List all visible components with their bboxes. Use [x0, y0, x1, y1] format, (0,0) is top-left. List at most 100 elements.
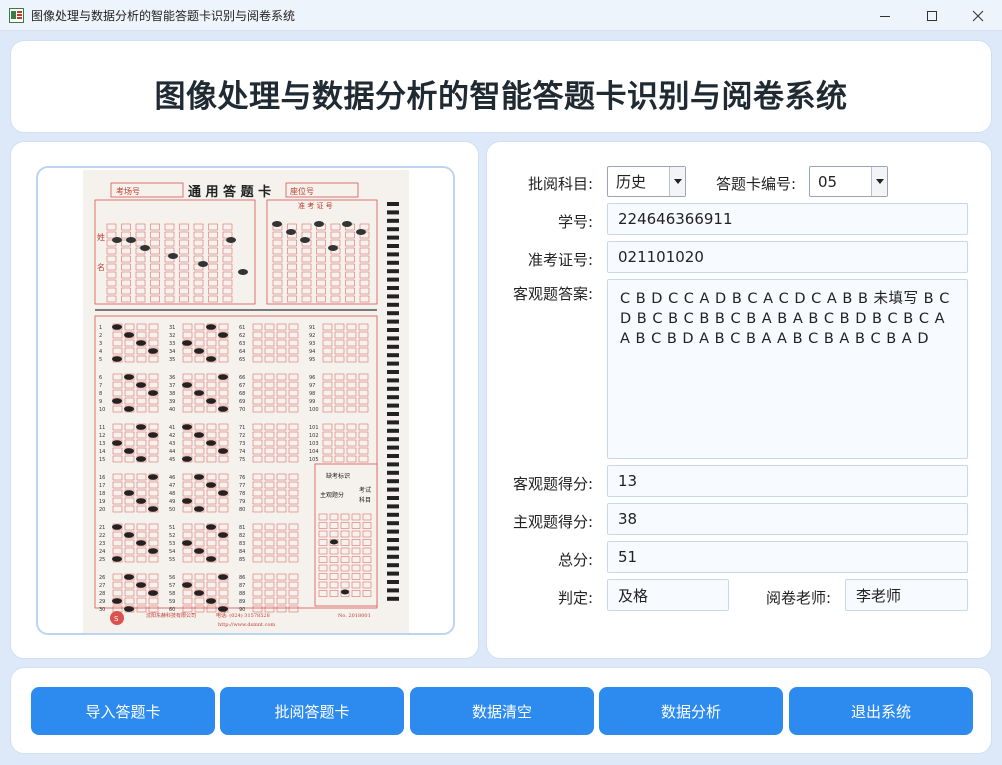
sheet-filled-mark	[328, 245, 338, 251]
import-sheet-button[interactable]: 导入答题卡	[31, 687, 215, 735]
sheet-timing-mark	[387, 403, 399, 408]
sheet-question-number: 31	[169, 325, 175, 331]
sheet-timing-mark	[387, 588, 399, 593]
sheet-question-number: 73	[239, 441, 245, 447]
sheet-question-number: 79	[239, 499, 245, 505]
sheet-question-number: 86	[239, 575, 245, 581]
sheet-question-number: 48	[169, 491, 175, 497]
sheet-question-number: 1	[99, 325, 102, 331]
sheet-question-number: 51	[169, 525, 175, 531]
window-title: 图像处理与数据分析的智能答题卡识别与阅卷系统	[31, 9, 296, 23]
sheet-question-number: 11	[99, 425, 105, 431]
sheet-timing-mark	[387, 235, 399, 240]
sheet-filled-mark	[112, 598, 122, 604]
sheet-question-number: 67	[239, 383, 245, 389]
subjective-score-label: 主观题分	[320, 491, 344, 499]
grade-sheet-button[interactable]: 批阅答题卡	[220, 687, 404, 735]
sheet-filled-mark	[148, 390, 158, 396]
sheet-filled-mark	[218, 448, 228, 454]
sheet-filled-mark	[136, 424, 146, 430]
sheet-filled-mark	[206, 598, 216, 604]
sheet-filled-mark	[136, 498, 146, 504]
sheet-timing-mark	[387, 286, 399, 290]
maximize-button[interactable]	[909, 0, 955, 31]
sheet-filled-mark	[124, 606, 134, 612]
sheet-question-number: 97	[309, 383, 315, 389]
sheet-question-number: 63	[239, 341, 245, 347]
exit-system-button[interactable]: 退出系统	[789, 687, 973, 735]
card-no-select[interactable]: 05	[809, 166, 888, 197]
sheet-question-number: 44	[169, 449, 175, 455]
sheet-filled-mark	[126, 237, 136, 243]
subjective-score-field[interactable]: 38	[607, 503, 968, 535]
objective-answers-textarea[interactable]: C B D C C A D B C A C D C A B B 未填写 B C …	[607, 279, 968, 459]
subject-select[interactable]: 历史	[607, 166, 686, 197]
sheet-question-number: 91	[309, 325, 315, 331]
sheet-question-number: 5	[99, 357, 102, 363]
sheet-filled-mark	[182, 382, 192, 388]
sheet-filled-mark	[314, 221, 324, 227]
sheet-question-number: 99	[309, 399, 315, 405]
sheet-question-number: 19	[99, 499, 105, 505]
card-no-select-arrow[interactable]	[871, 167, 887, 196]
close-button[interactable]	[955, 0, 1001, 31]
sheet-question-number: 18	[99, 491, 105, 497]
sheet-timing-mark	[387, 554, 399, 559]
subject-select-arrow[interactable]	[669, 167, 685, 196]
sheet-question-number: 24	[99, 549, 105, 555]
sheet-question-number: 39	[169, 399, 175, 405]
sheet-filled-mark	[206, 398, 216, 404]
sheet-question-number: 29	[99, 599, 105, 605]
objective-answers-label: 客观题答案:	[512, 285, 593, 303]
sheet-filled-mark	[194, 506, 204, 512]
teacher-field[interactable]: 李老师	[845, 579, 968, 611]
seat-label: 座位号	[290, 186, 314, 196]
sheet-filled-mark	[218, 490, 228, 496]
sheet-question-number: 53	[169, 541, 175, 547]
sheet-question-number: 43	[169, 441, 175, 447]
page-title: 图像处理与数据分析的智能答题卡识别与阅卷系统	[154, 79, 848, 115]
admission-field[interactable]: 021101020	[607, 241, 968, 273]
exam-room-label: 考场号	[116, 187, 140, 196]
minimize-button[interactable]	[862, 0, 908, 31]
student-id-field[interactable]: 224646366911	[607, 203, 968, 235]
total-score-field[interactable]: 51	[607, 541, 968, 573]
sheet-question-number: 58	[169, 591, 175, 597]
minimize-icon	[880, 15, 890, 17]
sheet-question-number: 68	[239, 391, 245, 397]
sheet-timing-mark	[387, 378, 399, 383]
clear-data-button[interactable]: 数据清空	[410, 687, 594, 735]
action-bar: 导入答题卡 批阅答题卡 数据清空 数据分析 退出系统	[10, 667, 992, 754]
sheet-timing-mark	[387, 596, 399, 601]
svg-text:S: S	[114, 615, 119, 623]
verdict-field[interactable]: 及格	[607, 579, 729, 611]
sheet-question-number: 15	[99, 457, 105, 463]
sheet-filled-mark	[238, 269, 248, 275]
sheet-timing-mark	[387, 244, 399, 248]
footer-phone: 电话: (024) 31578528	[216, 612, 270, 619]
sheet-filled-mark	[112, 356, 122, 362]
analyze-data-button[interactable]: 数据分析	[599, 687, 783, 735]
result-panel: 批阅科目: 历史 答题卡编号: 05 学号: 224646366911 准考证号…	[486, 141, 992, 659]
sheet-question-number: 10	[99, 407, 105, 413]
sheet-filled-mark	[136, 456, 146, 462]
sheet-question-number: 47	[169, 483, 175, 489]
sheet-question-number: 105	[309, 457, 319, 463]
objective-score-field[interactable]: 13	[607, 465, 968, 497]
sheet-filled-mark	[148, 474, 158, 480]
sheet-filled-mark	[286, 229, 296, 235]
sheet-question-number: 95	[309, 357, 315, 363]
missing-exam-label: 缺考标识	[326, 472, 350, 480]
image-panel: 考场号 通 用 答 题 卡 座位号 准 考 证 号 姓 名 1234567891…	[10, 141, 479, 659]
sheet-question-number: 81	[239, 525, 245, 531]
sheet-question-number: 93	[309, 341, 315, 347]
sheet-filled-mark	[272, 221, 282, 227]
sheet-filled-mark	[218, 406, 228, 412]
sheet-timing-mark	[387, 412, 399, 416]
admission-label: 准考证号:	[527, 251, 593, 269]
sheet-timing-mark	[387, 470, 399, 475]
sheet-filled-mark	[124, 574, 134, 580]
sheet-timing-mark	[387, 563, 399, 568]
sheet-question-number: 23	[99, 541, 105, 547]
sheet-filled-mark	[218, 532, 228, 538]
